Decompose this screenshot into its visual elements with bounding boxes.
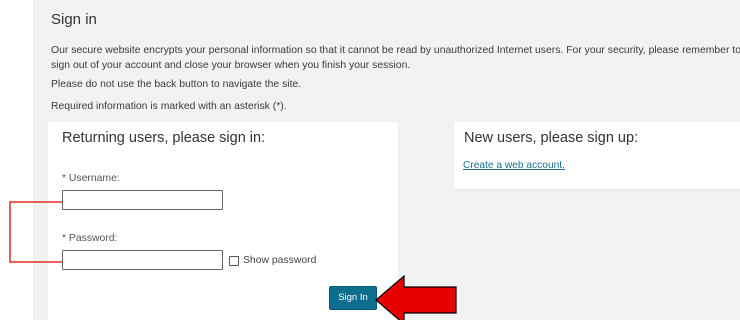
page: Sign in Our secure website encrypts your… <box>0 0 740 320</box>
security-notice: Our secure website encrypts your persona… <box>51 45 740 71</box>
page-title: Sign in <box>51 11 97 28</box>
sign-in-button[interactable]: Sign In <box>329 286 377 310</box>
create-account-link[interactable]: Create a web account. <box>463 160 565 171</box>
username-label: * Username: <box>62 173 120 184</box>
password-label: * Password: <box>62 233 118 244</box>
username-input[interactable] <box>62 190 223 210</box>
back-button-note: Please do not use the back button to nav… <box>51 79 302 90</box>
new-users-heading: New users, please sign up: <box>464 130 639 146</box>
required-note: Required information is marked with an a… <box>51 101 287 112</box>
returning-users-heading: Returning users, please sign in: <box>62 130 266 146</box>
show-password-label[interactable]: Show password <box>243 255 316 266</box>
show-password-checkbox[interactable] <box>229 256 239 266</box>
password-input[interactable] <box>62 250 223 270</box>
